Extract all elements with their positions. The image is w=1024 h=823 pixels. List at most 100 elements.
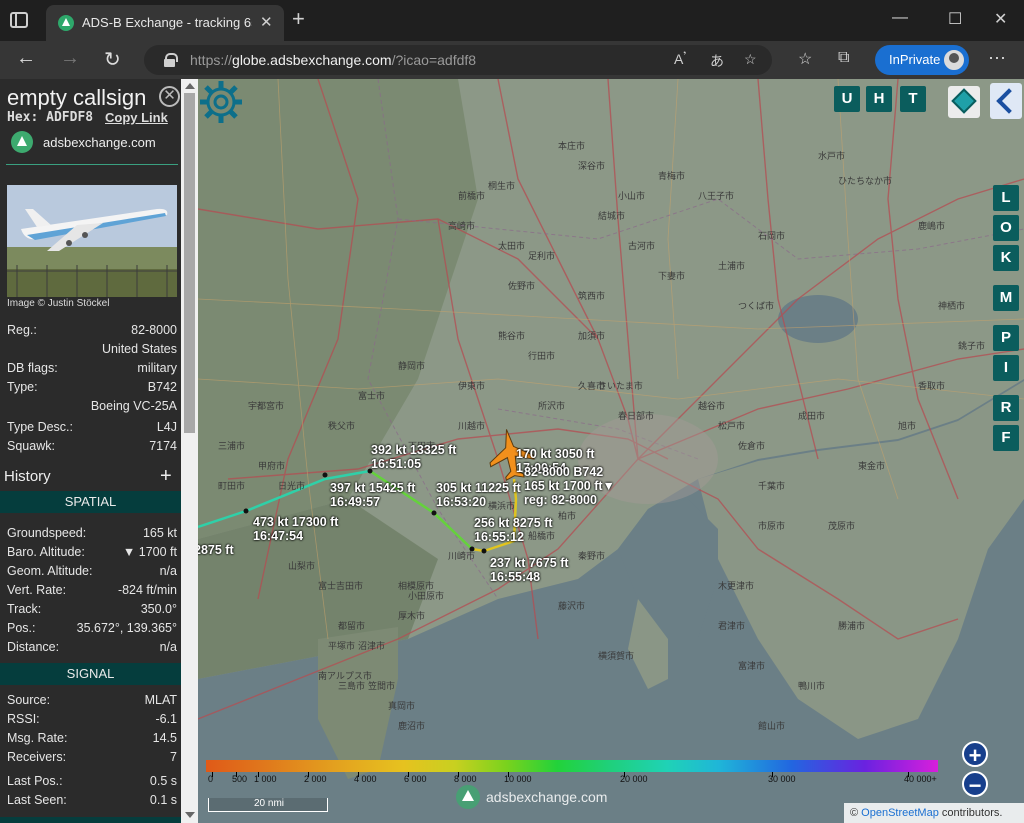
close-panel-icon[interactable]: ✕: [159, 86, 180, 107]
scroll-down-arrow-icon[interactable]: [185, 812, 195, 818]
city-label: 伊東市: [458, 381, 486, 391]
watermark-text: adsbexchange.com: [486, 789, 608, 805]
new-tab-button[interactable]: +: [292, 8, 305, 30]
maximize-button[interactable]: ☐: [948, 9, 962, 29]
signal-row: Source: MLAT: [7, 693, 177, 709]
collapse-panel-icon[interactable]: [990, 83, 1022, 119]
city-label: 高崎市: [448, 221, 476, 231]
detail-value: L4J: [156, 420, 177, 434]
city-label: 茂原市: [828, 521, 856, 531]
city-label: 町田市: [218, 481, 246, 491]
adsbexchange-link[interactable]: adsbexchange.com: [43, 135, 156, 150]
signal-row: RSSI: -6.1: [7, 712, 177, 728]
tab-actions-icon[interactable]: [10, 12, 28, 28]
city-label: 鹿嶋市: [918, 221, 946, 231]
next-section-header[interactable]: [0, 817, 181, 823]
map-button-k[interactable]: K: [993, 245, 1019, 271]
aircraft-label[interactable]: 82-8000 B742 165 kt 1700 ft▼ reg: 82-800…: [524, 465, 615, 507]
map-button-i[interactable]: I: [993, 355, 1019, 381]
city-label: 越谷市: [698, 401, 726, 411]
track-label-speed-alt: 473 kt 17300 ft: [253, 515, 339, 529]
tab-close-button[interactable]: ✕: [260, 13, 273, 31]
history-header[interactable]: History +: [0, 465, 181, 489]
spatial-key: Vert. Rate:: [7, 583, 67, 597]
detail-row: Type: B742: [7, 380, 177, 396]
map-button-u[interactable]: U: [834, 86, 860, 112]
signal-value: 7: [170, 750, 177, 764]
map-attribution: © OpenStreetMap contributors.: [844, 803, 1024, 823]
add-favorite-icon[interactable]: ☆: [744, 51, 757, 68]
city-label: 前橋市: [458, 191, 486, 201]
map-button-r[interactable]: R: [993, 395, 1019, 421]
signal-row: Msg. Rate: 14.5: [7, 731, 177, 747]
minimize-button[interactable]: —: [892, 9, 908, 27]
history-expand-icon[interactable]: +: [160, 465, 172, 488]
detail-row: Boeing VC-25A: [7, 399, 177, 415]
detail-value: United States: [101, 342, 177, 356]
scrollbar-thumb[interactable]: [184, 93, 195, 433]
inprivate-label: InPrivate: [889, 52, 941, 67]
zoom-in-button[interactable]: +: [962, 741, 988, 768]
track-label: 2875 ft: [198, 543, 234, 557]
spatial-section-header[interactable]: SPATIAL: [0, 491, 181, 513]
lock-icon[interactable]: [164, 53, 178, 67]
inprivate-button[interactable]: InPrivate: [875, 45, 969, 75]
legend-label: 1 000: [254, 774, 277, 784]
collections-icon[interactable]: ⧉: [838, 49, 849, 67]
city-label: 東金市: [858, 461, 886, 471]
map-button-l[interactable]: L: [993, 185, 1019, 211]
spatial-row: Distance: n/a: [7, 640, 177, 656]
city-label: 川崎市: [448, 551, 476, 561]
browser-tab[interactable]: ADS-B Exchange - tracking 6556 ✕: [46, 5, 284, 41]
map-button-h[interactable]: H: [866, 86, 892, 112]
read-aloud-icon[interactable]: A𝄒: [674, 51, 686, 68]
city-label: 宇都宮市: [248, 401, 285, 411]
legend-label: 30 000: [768, 774, 796, 784]
scroll-up-arrow-icon[interactable]: [185, 83, 195, 89]
map-view[interactable]: 前橋市 高崎市 太田市 足利市 佐野市 桐生市 小山市 古河市 結城市 筑西市 下妻市 土浦市 石岡市つ…: [198, 79, 1024, 823]
signal-key: RSSI:: [7, 712, 40, 726]
legend-label: 2 000: [304, 774, 327, 784]
legend-label: 40 000+: [904, 774, 937, 784]
map-button-m[interactable]: M: [993, 285, 1019, 311]
more-options-icon[interactable]: ⋯: [988, 48, 1006, 69]
city-label: 真岡市: [388, 701, 416, 711]
gear-icon[interactable]: [198, 79, 244, 125]
zoom-out-button[interactable]: −: [962, 771, 988, 798]
detail-value: 82-8000: [131, 323, 177, 337]
map-button-p[interactable]: P: [993, 325, 1019, 351]
favorites-icon[interactable]: ☆: [798, 49, 812, 69]
city-label: 日光市: [278, 481, 306, 491]
map-button-f[interactable]: F: [993, 425, 1019, 451]
city-label: 旭市: [898, 421, 917, 431]
layers-button[interactable]: [948, 86, 980, 118]
signal-key: Receivers:: [7, 750, 67, 764]
spatial-key: Pos.:: [7, 621, 36, 635]
city-label: 小山市: [618, 191, 646, 201]
url-input[interactable]: https://globe.adsbexchange.com/?icao=adf…: [144, 45, 772, 75]
signal-section-header[interactable]: SIGNAL: [0, 663, 181, 685]
openstreetmap-link[interactable]: OpenStreetMap: [861, 807, 939, 819]
copy-link[interactable]: Copy Link: [105, 110, 168, 125]
translate-icon[interactable]: あ: [710, 51, 724, 71]
city-label: 鴨川市: [798, 681, 826, 691]
watermark-logo-icon: [456, 785, 480, 809]
city-label: 下妻市: [658, 271, 686, 281]
map-button-o[interactable]: O: [993, 215, 1019, 241]
detail-row: United States: [7, 342, 177, 358]
city-label: 松戸市: [718, 421, 746, 431]
adsbexchange-logo-icon[interactable]: [11, 131, 33, 153]
close-window-button[interactable]: ✕: [994, 9, 1007, 29]
back-arrow-icon[interactable]: ←: [16, 47, 36, 70]
signal-key: Source:: [7, 693, 51, 707]
map-button-t[interactable]: T: [900, 86, 926, 112]
spatial-value: 35.672°, 139.365°: [76, 621, 177, 635]
detail-key: Reg.:: [7, 323, 37, 337]
city-label: 行田市: [528, 351, 556, 361]
aircraft-photo[interactable]: [7, 185, 177, 297]
tab-title: ADS-B Exchange - tracking 6556: [82, 15, 252, 30]
forward-arrow-icon[interactable]: →: [60, 47, 80, 70]
track-label-time: 16:55:48: [490, 570, 541, 584]
hex-code: Hex: ADFDF8: [7, 110, 94, 125]
refresh-icon[interactable]: ↻: [104, 47, 121, 72]
